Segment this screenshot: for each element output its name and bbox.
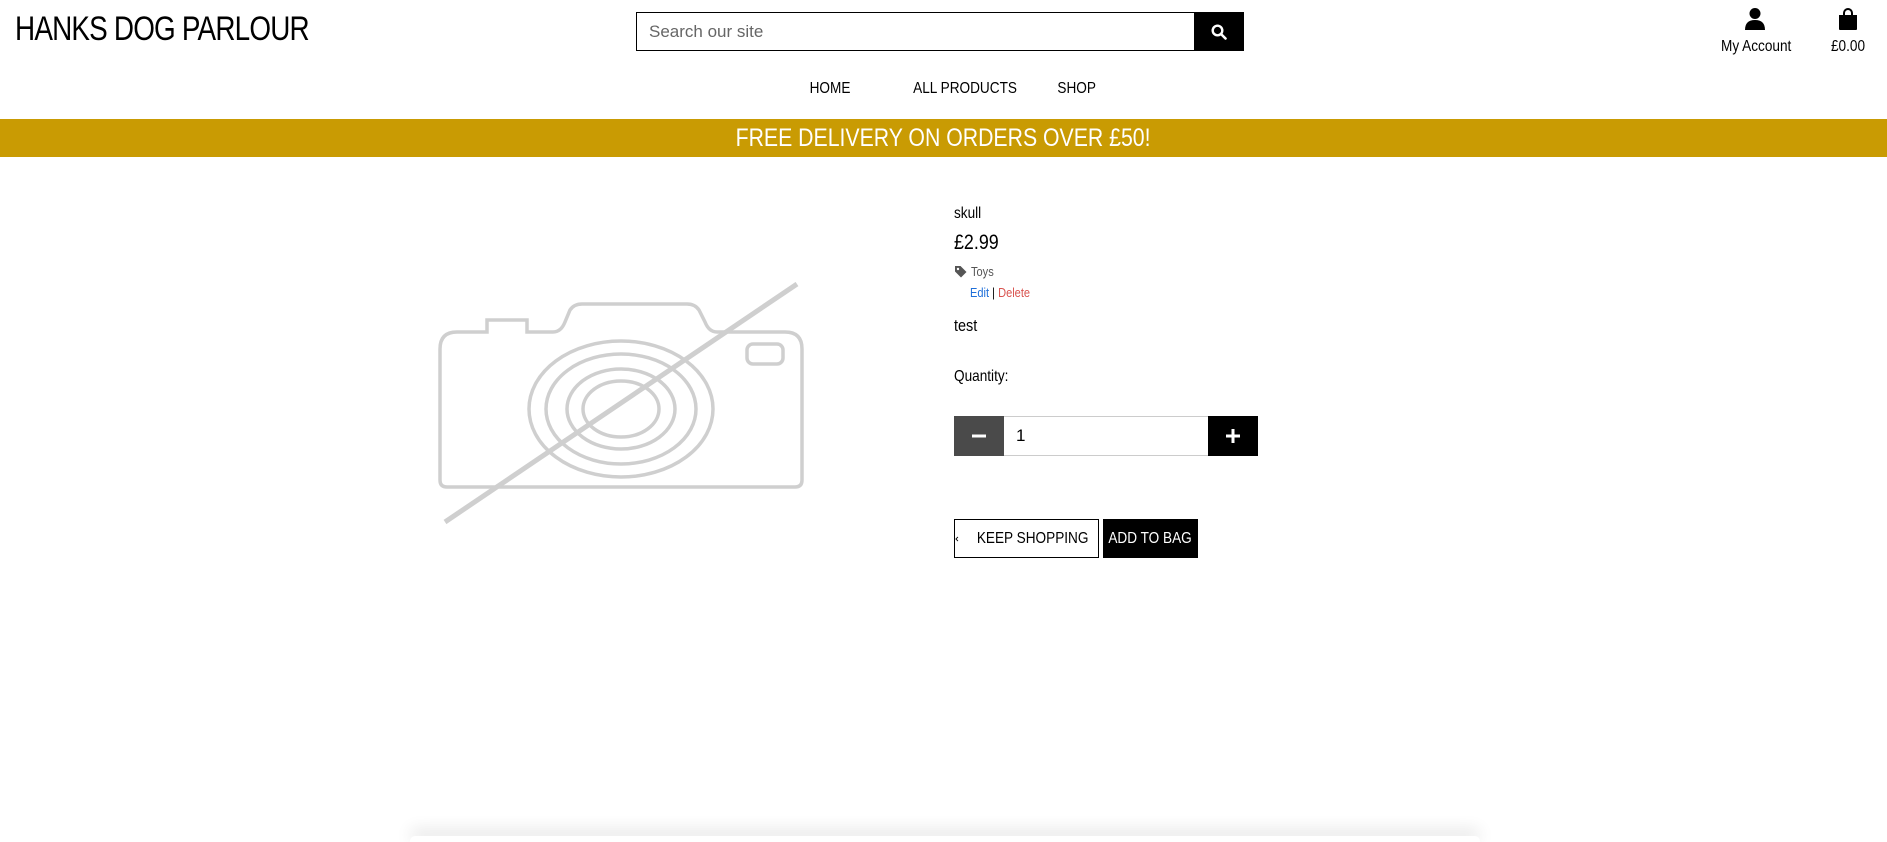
delivery-banner: FREE DELIVERY ON ORDERS OVER £50! (0, 119, 1887, 157)
plus-icon (1226, 429, 1240, 443)
shopping-bag-link[interactable]: £0.00 (1820, 7, 1876, 56)
minus-icon (972, 434, 986, 438)
search-icon (1210, 23, 1227, 40)
delete-link[interactable]: Delete (998, 285, 1030, 300)
keep-shopping-label: KEEP SHOPPING (976, 529, 1089, 547)
product-actions: KEEP SHOPPING ADD TO BAG (954, 519, 1198, 558)
product-image (437, 281, 805, 526)
search-form (636, 12, 1244, 51)
product-details: skull £2.99 Toys Edit | Delete test Quan… (954, 205, 1374, 386)
quantity-input[interactable] (1004, 416, 1208, 456)
product-price: £2.99 (954, 231, 999, 254)
admin-separator: | (992, 285, 996, 300)
admin-links: Edit | Delete (970, 285, 1313, 300)
user-icon (1745, 8, 1765, 30)
tag-icon (955, 266, 967, 278)
edit-link[interactable]: Edit (970, 285, 989, 300)
site-logo[interactable]: HANKS DOG PARLOUR (15, 10, 310, 49)
bag-total: £0.00 (1830, 38, 1866, 55)
quantity-stepper (954, 416, 1258, 456)
shopping-bag-icon (1839, 8, 1857, 30)
increment-button[interactable] (1208, 416, 1258, 456)
product-name: skull (954, 205, 982, 222)
add-to-bag-button[interactable]: ADD TO BAG (1103, 519, 1198, 558)
search-button[interactable] (1194, 13, 1243, 50)
category-label: Toys (971, 264, 994, 279)
account-label: My Account (1721, 38, 1792, 55)
nav-all-products[interactable]: ALL PRODUCTS (913, 80, 1017, 98)
add-to-bag-label: ADD TO BAG (1108, 529, 1193, 547)
my-account-link[interactable]: My Account (1715, 7, 1795, 56)
product-description: test (954, 316, 978, 335)
nav-shop[interactable]: SHOP (1057, 80, 1096, 98)
keep-shopping-button[interactable]: KEEP SHOPPING (954, 519, 1099, 558)
decrement-button[interactable] (954, 416, 1004, 456)
nav-home[interactable]: HOME (810, 80, 851, 98)
banner-text: FREE DELIVERY ON ORDERS OVER £50! (736, 124, 1151, 152)
chevron-left-icon (955, 536, 959, 541)
footer-edge (410, 836, 1480, 842)
no-image-icon (438, 281, 804, 525)
search-input[interactable] (637, 13, 1194, 50)
quantity-label: Quantity: (954, 368, 1009, 385)
product-category[interactable]: Toys (954, 264, 1374, 279)
